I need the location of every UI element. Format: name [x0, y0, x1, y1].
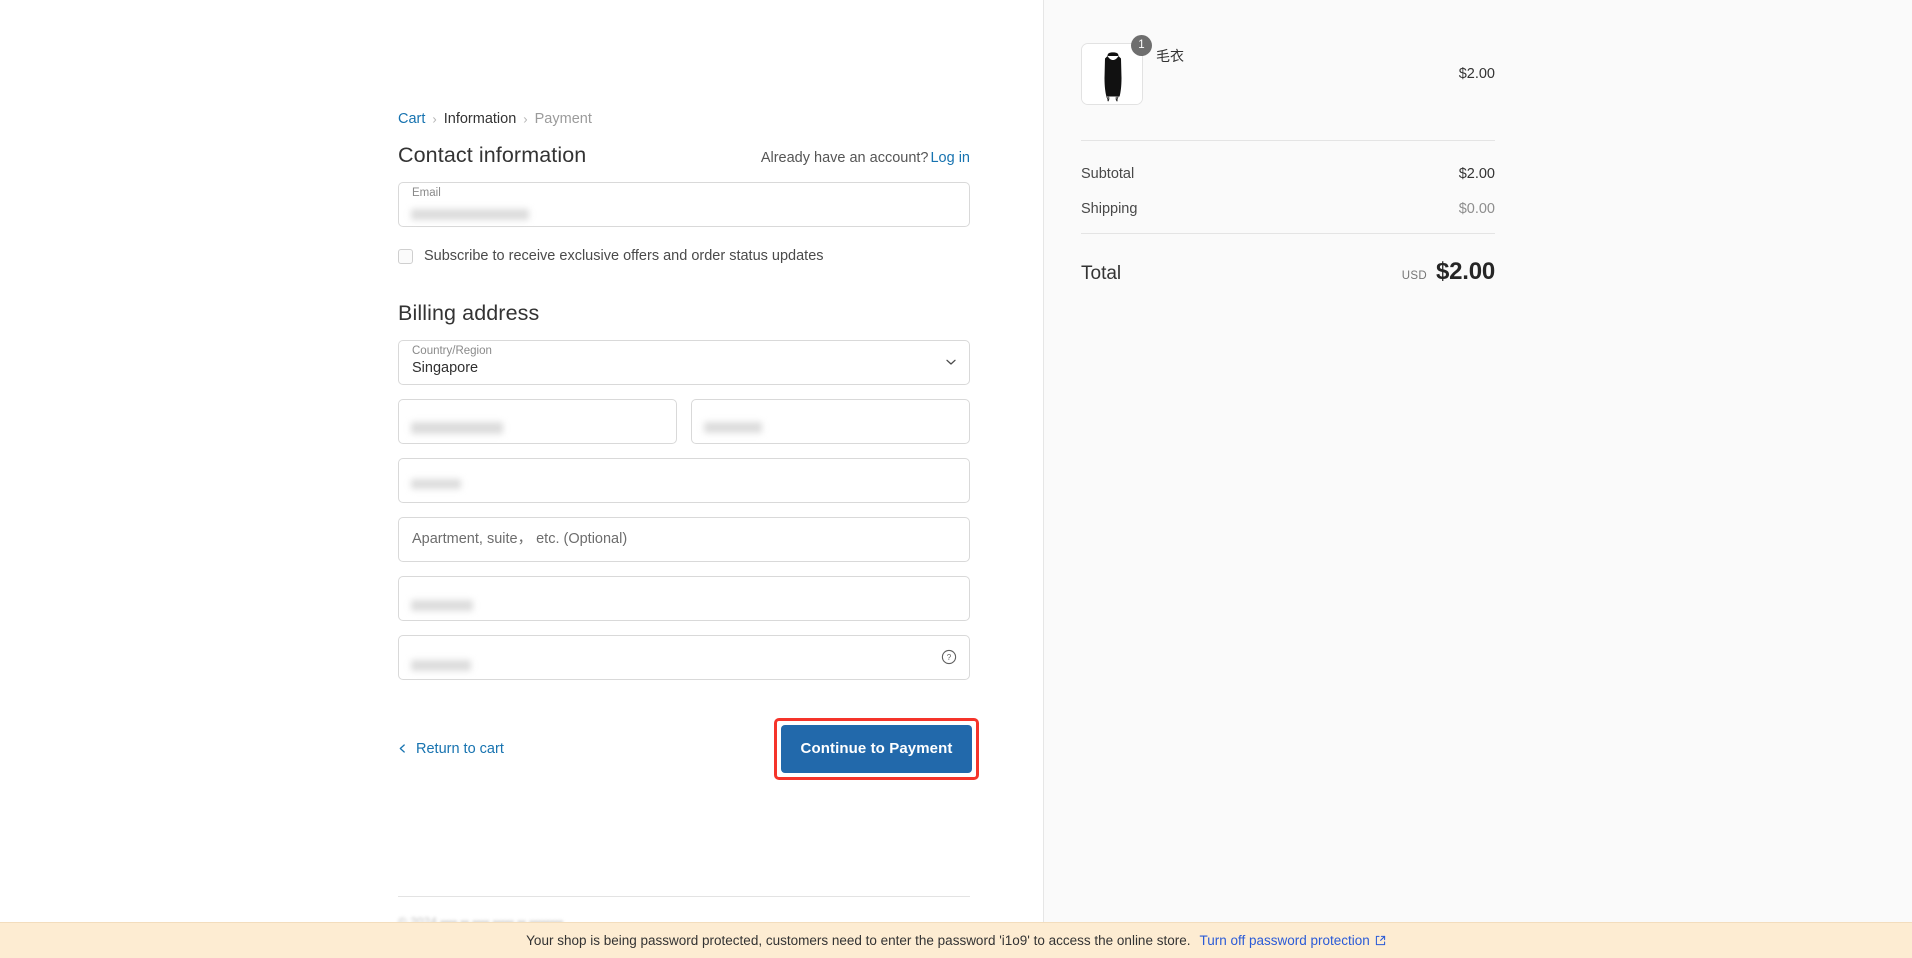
name-fields-row: [398, 398, 970, 444]
shipping-label: Shipping: [1081, 201, 1138, 217]
shipping-row: Shipping $0.00: [1081, 196, 1495, 222]
form-actions: Return to cart Continue to Payment: [398, 717, 979, 780]
help-circle-icon[interactable]: ?: [941, 649, 957, 665]
billing-address-title: Billing address: [398, 300, 540, 325]
contact-information-header: Contact information Already have an acco…: [398, 143, 970, 168]
breadcrumb: Cart › Information › Payment: [398, 0, 970, 127]
country-region-select[interactable]: Country/Region Singapore: [398, 339, 970, 385]
line-item: 1 毛衣 $2.00: [1081, 35, 1495, 110]
breadcrumb-cart[interactable]: Cart: [398, 112, 425, 127]
breadcrumb-information[interactable]: Information: [444, 112, 517, 127]
turn-off-password-protection-label: Turn off password protection: [1199, 933, 1370, 948]
chevron-left-icon: [399, 744, 405, 753]
subtotal-value: $2.00: [1458, 166, 1495, 182]
continue-button-highlight: Continue to Payment: [774, 717, 979, 780]
product-name: 毛衣: [1156, 48, 1184, 64]
email-field[interactable]: Email: [398, 181, 970, 227]
contact-information-title: Contact information: [398, 142, 587, 167]
breadcrumb-separator-icon: ›: [523, 111, 528, 127]
grand-total-row: Total USD $2.00: [1081, 258, 1495, 286]
product-price: $2.00: [1458, 66, 1495, 82]
checkout-form-column: Cart › Information › Payment Contact inf…: [0, 0, 1043, 958]
account-prompt-text: Already have an account?: [760, 149, 929, 166]
apartment-placeholder: Apartment, suite， etc. (Optional): [412, 530, 628, 547]
last-name-redacted-value: [704, 421, 762, 433]
external-link-icon: [1375, 935, 1385, 946]
total-value: $2.00: [1435, 258, 1495, 285]
totals-list: Subtotal $2.00 Shipping $0.00: [1081, 161, 1495, 222]
grand-total-divider: [1081, 233, 1495, 234]
svg-text:?: ?: [947, 653, 952, 662]
account-prompt: Already have an account? Log in: [761, 150, 970, 166]
subscribe-row[interactable]: Subscribe to receive exclusive offers an…: [398, 247, 970, 264]
country-region-value: Singapore: [412, 360, 479, 376]
order-summary-column: 1 毛衣 $2.00 Subtotal $2.00 Shipping $0.00…: [1043, 0, 1912, 958]
footer-divider: [398, 896, 970, 897]
breadcrumb-payment: Payment: [534, 111, 592, 127]
city-field[interactable]: [398, 575, 970, 621]
password-protection-banner: Your shop is being password protected, c…: [0, 922, 1912, 958]
city-redacted-value: [411, 599, 473, 611]
return-to-cart-label: Return to cart: [416, 740, 504, 757]
summary-divider: [1081, 140, 1495, 141]
first-name-redacted-value: [411, 421, 503, 434]
country-region-label: Country/Region: [412, 344, 492, 357]
subscribe-label: Subscribe to receive exclusive offers an…: [424, 247, 824, 264]
shipping-value: $0.00: [1458, 201, 1495, 217]
turn-off-password-protection-link[interactable]: Turn off password protection: [1199, 933, 1385, 948]
currency-code: USD: [1401, 270, 1427, 282]
email-field-redacted-value: [411, 208, 529, 220]
first-name-field[interactable]: [398, 398, 677, 444]
breadcrumb-separator-icon: ›: [432, 111, 437, 127]
address-field[interactable]: [398, 457, 970, 503]
address-redacted-value: [411, 478, 461, 489]
order-summary: 1 毛衣 $2.00 Subtotal $2.00 Shipping $0.00…: [1081, 35, 1495, 286]
subscribe-checkbox[interactable]: [398, 248, 413, 264]
return-to-cart-link[interactable]: Return to cart: [398, 741, 504, 757]
subtotal-label: Subtotal: [1081, 166, 1135, 182]
log-in-link[interactable]: Log in: [930, 150, 970, 166]
checkout-page: Cart › Information › Payment Contact inf…: [0, 0, 1912, 958]
continue-to-payment-button[interactable]: Continue to Payment: [781, 724, 972, 773]
checkout-form: Cart › Information › Payment Contact inf…: [398, 0, 979, 780]
total-amount-group: USD $2.00: [1402, 258, 1495, 286]
postal-code-field[interactable]: ?: [398, 634, 970, 680]
postal-code-redacted-value: [411, 659, 471, 671]
total-label: Total: [1081, 263, 1122, 284]
chevron-down-icon: [946, 359, 956, 365]
apartment-field[interactable]: Apartment, suite， etc. (Optional): [398, 516, 970, 562]
product-thumbnail-wrap: 1: [1081, 35, 1152, 105]
last-name-field[interactable]: [691, 398, 970, 444]
email-field-label: Email: [412, 186, 441, 199]
subtotal-row: Subtotal $2.00: [1081, 161, 1495, 187]
banner-message: Your shop is being password protected, c…: [526, 933, 1191, 948]
quantity-badge: 1: [1131, 35, 1152, 56]
